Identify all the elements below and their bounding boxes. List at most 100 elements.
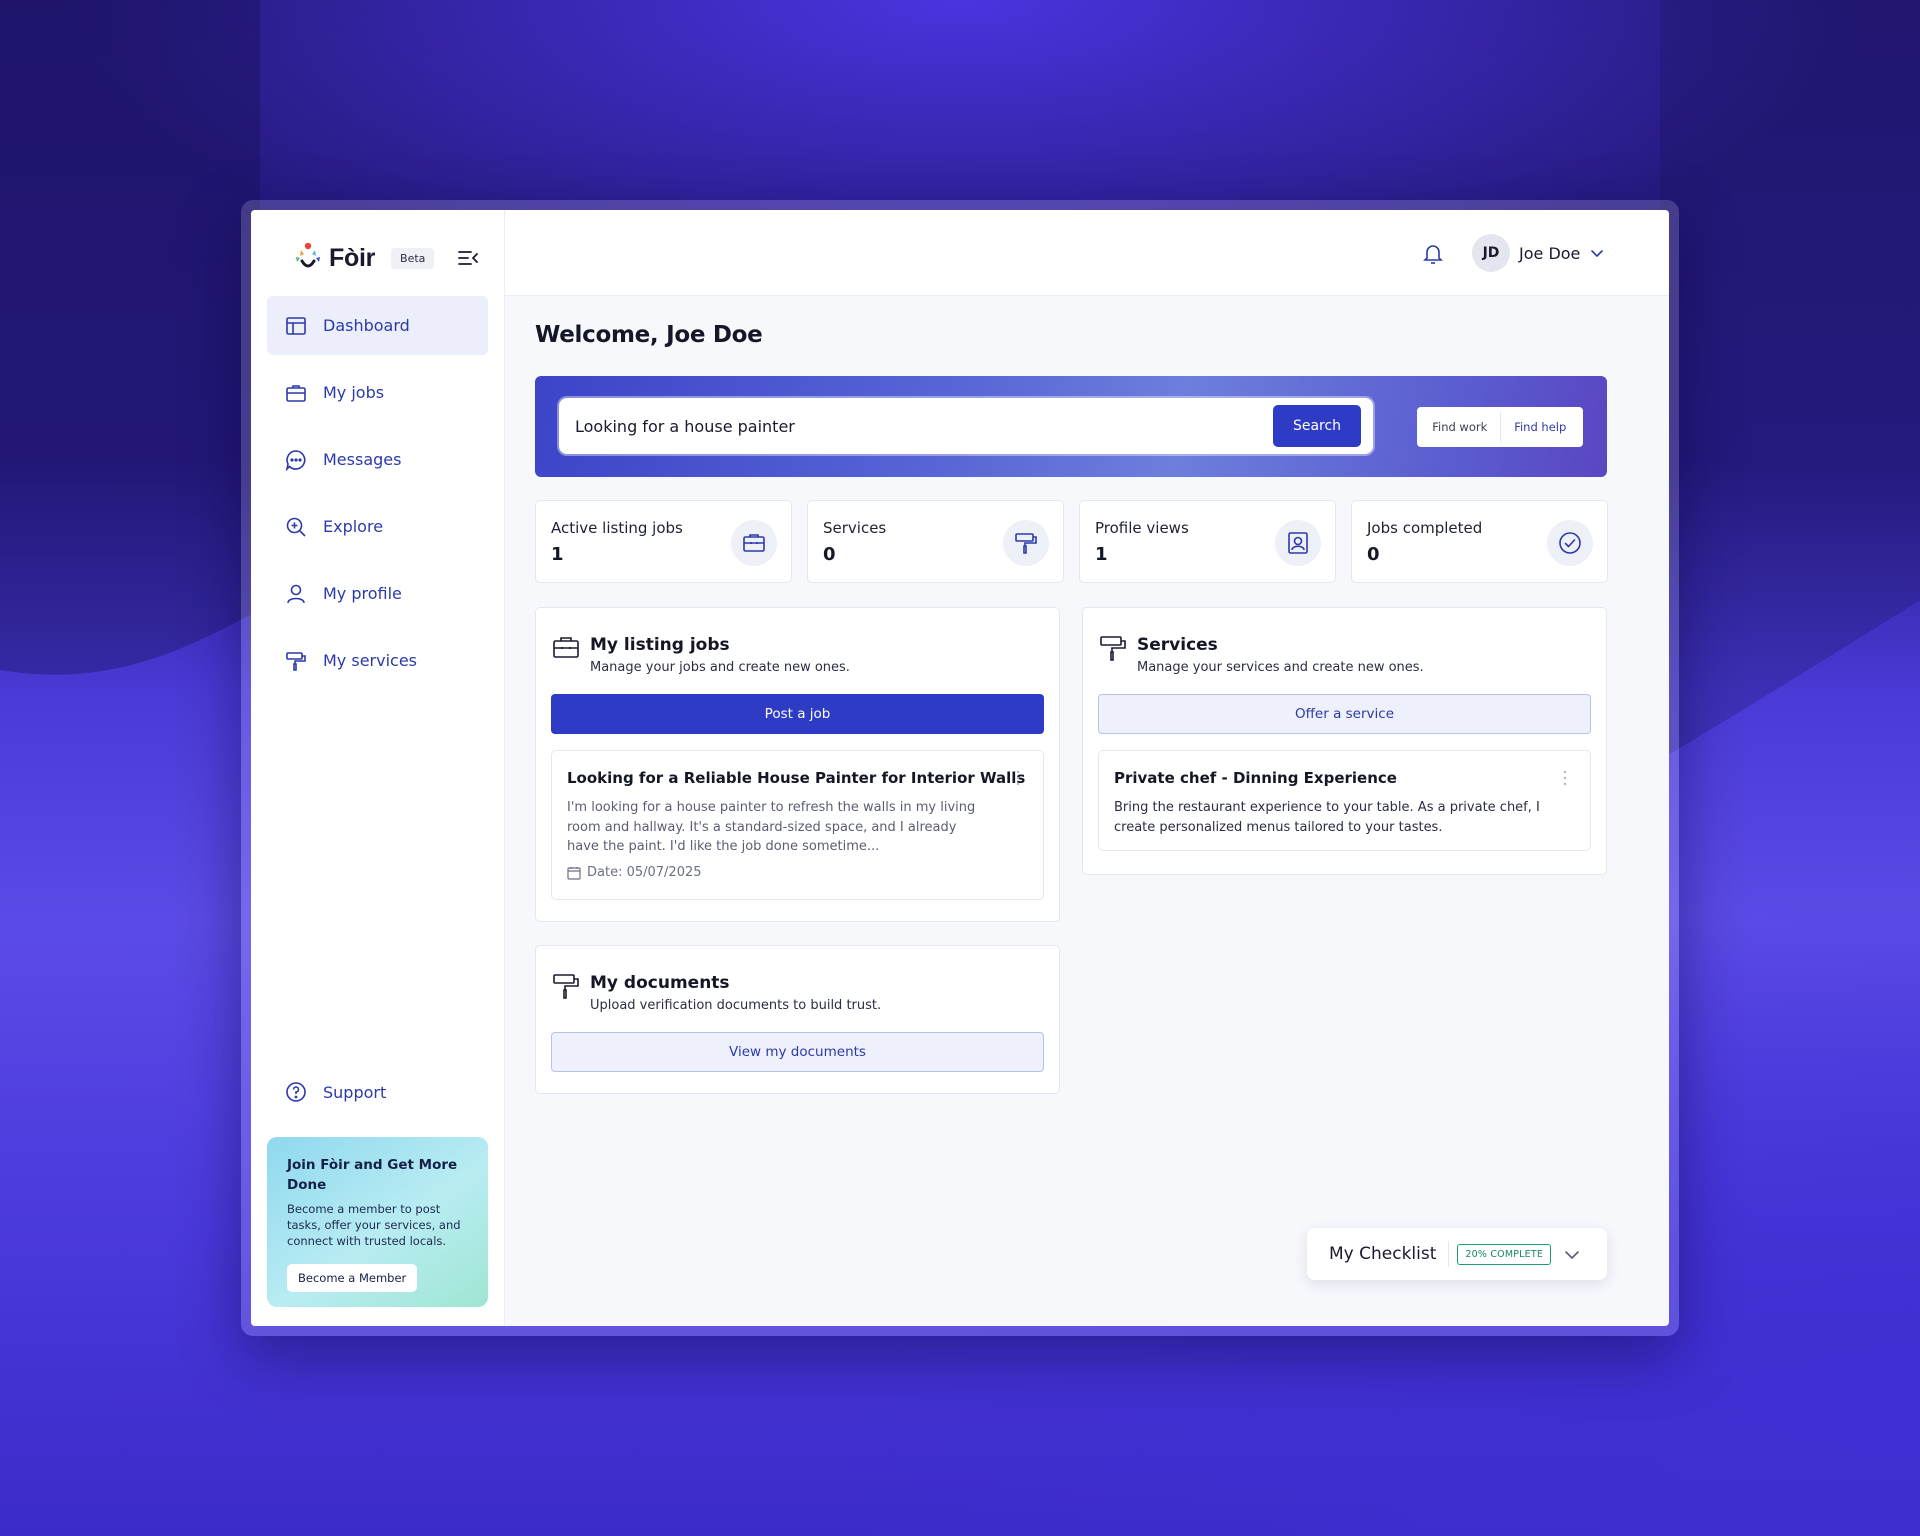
chevron-down-icon xyxy=(1565,1251,1579,1259)
stat-value: 0 xyxy=(823,544,836,565)
sidebar-item-dashboard[interactable]: Dashboard xyxy=(267,296,488,355)
sidebar-item-explore[interactable]: Explore xyxy=(267,497,488,556)
job-date-text: Date: 05/07/2025 xyxy=(587,865,702,880)
listing-jobs-card: My listing jobs Manage your jobs and cre… xyxy=(535,607,1060,922)
user-menu[interactable]: JD Joe Doe xyxy=(1472,232,1605,274)
sidebar-item-support[interactable]: Support xyxy=(267,1070,488,1114)
stat-value: 1 xyxy=(1095,544,1108,565)
stat-card-active-jobs: Active listing jobs 1 xyxy=(535,500,792,583)
main-content: Welcome, Joe Doe Search Find work Find h… xyxy=(505,296,1669,1326)
stat-card-jobs-completed: Jobs completed 0 xyxy=(1351,500,1608,583)
card-subtitle: Upload verification documents to build t… xyxy=(590,998,882,1013)
briefcase-icon xyxy=(743,534,765,552)
search-hero: Search Find work Find help xyxy=(535,376,1607,477)
search-box: Search xyxy=(559,398,1373,454)
foir-logo-icon xyxy=(296,242,320,268)
page-title: Welcome, Joe Doe xyxy=(535,322,763,348)
membership-promo: Join Fòir and Get More Done Become a mem… xyxy=(267,1137,488,1307)
sidebar-item-label: My profile xyxy=(323,584,402,603)
service-description: Bring the restaurant experience to your … xyxy=(1114,800,1540,835)
job-listing-item[interactable]: Looking for a Reliable House Painter for… xyxy=(551,750,1044,900)
sidebar: Fòir Beta Dashboard My jobs Messages Exp… xyxy=(251,210,505,1326)
stat-value: 0 xyxy=(1367,544,1380,565)
card-subtitle: Manage your jobs and create new ones. xyxy=(590,660,850,675)
stat-card-services: Services 0 xyxy=(807,500,1064,583)
brand-name: Fòir xyxy=(329,243,376,272)
promo-text: Become a member to post tasks, offer you… xyxy=(287,1202,461,1248)
sidebar-item-label: Explore xyxy=(323,517,384,536)
services-card: Services Manage your services and create… xyxy=(1082,607,1607,875)
briefcase-icon xyxy=(553,637,579,658)
stat-icon-wrap xyxy=(1003,520,1049,566)
menu-collapse-icon xyxy=(458,251,478,265)
briefcase-icon xyxy=(286,384,306,402)
bell-icon[interactable] xyxy=(1421,242,1445,266)
card-title: Services xyxy=(1137,635,1218,655)
card-title: My documents xyxy=(590,973,730,993)
stat-icon-wrap xyxy=(731,520,777,566)
sidebar-nav: Dashboard My jobs Messages Explore My pr… xyxy=(267,296,488,698)
layout-icon xyxy=(286,316,306,335)
stat-label: Profile views xyxy=(1095,519,1189,537)
stat-card-profile-views: Profile views 1 xyxy=(1079,500,1336,583)
work-help-toggle: Find work Find help xyxy=(1417,407,1583,447)
search-plus-icon xyxy=(286,517,306,537)
post-job-button[interactable]: Post a job xyxy=(551,694,1044,734)
become-member-button[interactable]: Become a Member xyxy=(287,1264,418,1292)
chat-icon xyxy=(285,449,306,471)
paint-roller-icon xyxy=(1100,636,1126,661)
brand[interactable]: Fòir Beta xyxy=(291,240,435,276)
sidebar-item-label: My services xyxy=(323,651,418,670)
chevron-down-icon xyxy=(1591,250,1604,257)
stat-label: Active listing jobs xyxy=(551,519,683,537)
sidebar-item-messages[interactable]: Messages xyxy=(267,430,488,489)
user-icon xyxy=(287,584,305,603)
sidebar-item-label: My jobs xyxy=(323,383,385,402)
find-help-option[interactable]: Find help xyxy=(1499,410,1581,444)
sidebar-item-my-profile[interactable]: My profile xyxy=(267,564,488,623)
beta-badge: Beta xyxy=(391,247,435,269)
job-description: I'm looking for a house painter to refre… xyxy=(567,800,976,854)
paint-roller-icon xyxy=(286,651,306,671)
job-date: Date: 05/07/2025 xyxy=(567,865,702,880)
collapse-sidebar-button[interactable] xyxy=(456,246,480,270)
divider xyxy=(1448,1241,1450,1267)
card-subtitle: Manage your services and create new ones… xyxy=(1137,660,1424,675)
checklist-widget[interactable]: My Checklist 20% COMPLETE xyxy=(1307,1228,1607,1280)
stat-value: 1 xyxy=(551,544,564,565)
sidebar-item-my-services[interactable]: My services xyxy=(267,631,488,690)
support-label: Support xyxy=(323,1082,387,1102)
stat-icon-wrap xyxy=(1547,520,1593,566)
more-options-icon[interactable] xyxy=(1562,769,1568,787)
stat-icon-wrap xyxy=(1275,520,1321,566)
sidebar-item-my-jobs[interactable]: My jobs xyxy=(267,363,488,422)
service-title: Private chef - Dinning Experience xyxy=(1114,769,1397,787)
profile-card-icon xyxy=(1288,532,1308,554)
paint-roller-icon xyxy=(553,974,579,999)
avatar: JD xyxy=(1472,234,1510,272)
search-input[interactable] xyxy=(575,398,1255,454)
more-options-icon[interactable] xyxy=(1015,769,1021,787)
user-name: Joe Doe xyxy=(1519,243,1581,263)
sidebar-item-label: Messages xyxy=(323,450,402,469)
paint-roller-icon xyxy=(1015,533,1037,554)
view-documents-button[interactable]: View my documents xyxy=(551,1032,1044,1072)
offer-service-button[interactable]: Offer a service xyxy=(1098,694,1591,734)
stat-label: Jobs completed xyxy=(1367,519,1483,537)
topbar: JD Joe Doe xyxy=(505,210,1669,296)
progress-badge: 20% COMPLETE xyxy=(1457,1243,1552,1265)
documents-card: My documents Upload verification documen… xyxy=(535,945,1060,1094)
check-circle-icon xyxy=(1559,532,1581,554)
sidebar-item-label: Dashboard xyxy=(323,316,410,335)
checklist-label: My Checklist xyxy=(1329,1244,1437,1264)
search-button[interactable]: Search xyxy=(1273,405,1361,447)
find-work-option[interactable]: Find work xyxy=(1420,410,1500,444)
promo-title: Join Fòir and Get More Done xyxy=(287,1157,458,1193)
app-window: Fòir Beta Dashboard My jobs Messages Exp… xyxy=(251,210,1669,1326)
calendar-icon xyxy=(567,866,581,880)
job-title: Looking for a Reliable House Painter for… xyxy=(567,769,1026,787)
stat-label: Services xyxy=(823,519,887,537)
help-circle-icon xyxy=(286,1082,306,1102)
service-item[interactable]: Private chef - Dinning Experience Bring … xyxy=(1098,750,1591,851)
card-title: My listing jobs xyxy=(590,635,730,655)
